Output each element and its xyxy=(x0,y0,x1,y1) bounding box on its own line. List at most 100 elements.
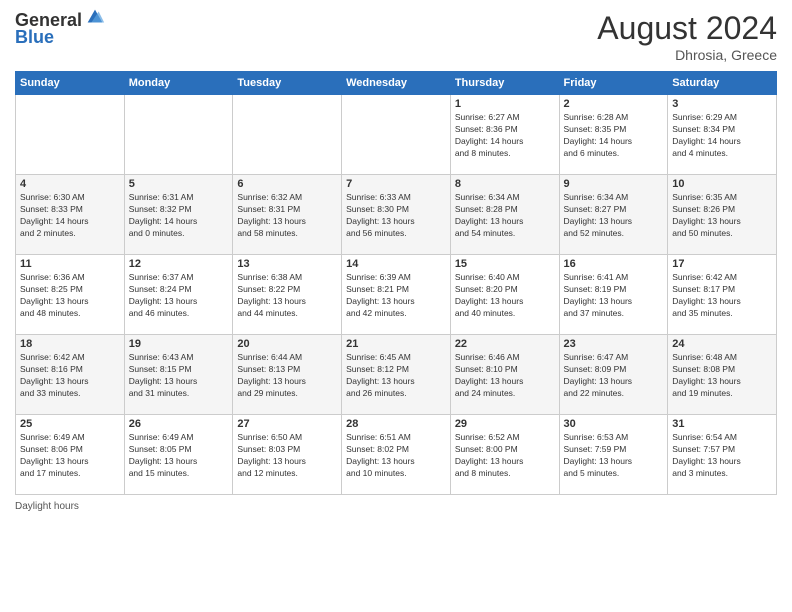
calendar-table: SundayMondayTuesdayWednesdayThursdayFrid… xyxy=(15,71,777,495)
col-header-tuesday: Tuesday xyxy=(233,72,342,95)
day-number: 29 xyxy=(455,418,555,430)
day-info: Sunrise: 6:41 AM Sunset: 8:19 PM Dayligh… xyxy=(564,272,664,320)
day-number: 16 xyxy=(564,258,664,270)
day-number: 14 xyxy=(346,258,446,270)
calendar-cell: 29Sunrise: 6:52 AM Sunset: 8:00 PM Dayli… xyxy=(450,415,559,495)
day-number: 28 xyxy=(346,418,446,430)
day-number: 24 xyxy=(672,338,772,350)
calendar-cell: 17 Sunrise: 6:42 AM Sunset: 8:17 PM Dayli… xyxy=(668,255,777,335)
calendar-cell: 25 Sunrise: 6:49 AM Sunset: 8:06 PM Dayli… xyxy=(16,415,125,495)
day-info: Sunrise: 6:35 AM Sunset: 8:26 PM Dayligh… xyxy=(672,192,772,240)
calendar-cell: 28 Sunrise: 6:51 AM Sunset: 8:02 PM Dayli… xyxy=(342,415,451,495)
col-header-thursday: Thursday xyxy=(450,72,559,95)
daylight-hours-label: Daylight hours xyxy=(15,501,79,512)
day-number: 17 xyxy=(672,258,772,270)
calendar-cell: 4 Sunrise: 6:30 AM Sunset: 8:33 PM Daylig… xyxy=(16,175,125,255)
day-info: Sunrise: 6:51 AM Sunset: 8:02 PM Dayligh… xyxy=(346,432,446,480)
day-number: 4 xyxy=(20,178,120,190)
day-info: Sunrise: 6:42 AM Sunset: 8:16 PM Dayligh… xyxy=(20,352,120,400)
day-info: Sunrise: 6:54 AM Sunset: 7:57 PM Dayligh… xyxy=(672,432,772,480)
calendar-cell: 8 Sunrise: 6:34 AM Sunset: 8:28 PM Daylig… xyxy=(450,175,559,255)
calendar-cell: 24 Sunrise: 6:48 AM Sunset: 8:08 PM Dayli… xyxy=(668,335,777,415)
calendar-cell xyxy=(342,95,451,175)
day-number: 2 xyxy=(564,98,664,110)
calendar-cell: 26Sunrise: 6:49 AM Sunset: 8:05 PM Dayli… xyxy=(124,415,233,495)
day-info: Sunrise: 6:30 AM Sunset: 8:33 PM Dayligh… xyxy=(20,192,120,240)
calendar-cell xyxy=(16,95,125,175)
logo-icon xyxy=(84,6,106,28)
calendar-cell xyxy=(233,95,342,175)
page: General Blue August 2024 Dhrosia, Greece… xyxy=(0,0,792,612)
day-info: Sunrise: 6:44 AM Sunset: 8:13 PM Dayligh… xyxy=(237,352,337,400)
day-info: Sunrise: 6:28 AM Sunset: 8:35 PM Dayligh… xyxy=(564,112,664,160)
day-number: 13 xyxy=(237,258,337,270)
location-subtitle: Dhrosia, Greece xyxy=(597,47,777,63)
week-row-3: 11Sunrise: 6:36 AM Sunset: 8:25 PM Dayli… xyxy=(16,255,777,335)
day-info: Sunrise: 6:34 AM Sunset: 8:28 PM Dayligh… xyxy=(455,192,555,240)
calendar-cell: 19Sunrise: 6:43 AM Sunset: 8:15 PM Dayli… xyxy=(124,335,233,415)
calendar-cell: 10Sunrise: 6:35 AM Sunset: 8:26 PM Dayli… xyxy=(668,175,777,255)
week-row-5: 25 Sunrise: 6:49 AM Sunset: 8:06 PM Dayli… xyxy=(16,415,777,495)
day-number: 21 xyxy=(346,338,446,350)
day-number: 12 xyxy=(129,258,229,270)
day-info: Sunrise: 6:47 AM Sunset: 8:09 PM Dayligh… xyxy=(564,352,664,400)
day-info: Sunrise: 6:32 AM Sunset: 8:31 PM Dayligh… xyxy=(237,192,337,240)
day-number: 27 xyxy=(237,418,337,430)
day-number: 30 xyxy=(564,418,664,430)
calendar-header-row: SundayMondayTuesdayWednesdayThursdayFrid… xyxy=(16,72,777,95)
calendar-cell xyxy=(124,95,233,175)
footer: Daylight hours xyxy=(15,501,777,512)
calendar-cell: 22 Sunrise: 6:46 AM Sunset: 8:10 PM Dayli… xyxy=(450,335,559,415)
calendar-cell: 11Sunrise: 6:36 AM Sunset: 8:25 PM Dayli… xyxy=(16,255,125,335)
col-header-saturday: Saturday xyxy=(668,72,777,95)
calendar-cell: 16 Sunrise: 6:41 AM Sunset: 8:19 PM Dayli… xyxy=(559,255,668,335)
calendar-cell: 3 Sunrise: 6:29 AM Sunset: 8:34 PM Daylig… xyxy=(668,95,777,175)
day-number: 8 xyxy=(455,178,555,190)
calendar-cell: 13 Sunrise: 6:38 AM Sunset: 8:22 PM Dayli… xyxy=(233,255,342,335)
day-info: Sunrise: 6:45 AM Sunset: 8:12 PM Dayligh… xyxy=(346,352,446,400)
week-row-1: 1Sunrise: 6:27 AM Sunset: 8:36 PM Daylig… xyxy=(16,95,777,175)
day-number: 1 xyxy=(455,98,555,110)
day-number: 3 xyxy=(672,98,772,110)
day-number: 6 xyxy=(237,178,337,190)
day-number: 11 xyxy=(20,258,120,270)
col-header-friday: Friday xyxy=(559,72,668,95)
day-info: Sunrise: 6:34 AM Sunset: 8:27 PM Dayligh… xyxy=(564,192,664,240)
day-number: 25 xyxy=(20,418,120,430)
calendar-cell: 7 Sunrise: 6:33 AM Sunset: 8:30 PM Daylig… xyxy=(342,175,451,255)
day-info: Sunrise: 6:49 AM Sunset: 8:05 PM Dayligh… xyxy=(129,432,229,480)
day-info: Sunrise: 6:38 AM Sunset: 8:22 PM Dayligh… xyxy=(237,272,337,320)
day-number: 22 xyxy=(455,338,555,350)
logo: General Blue xyxy=(15,10,106,48)
day-number: 5 xyxy=(129,178,229,190)
calendar-cell: 31 Sunrise: 6:54 AM Sunset: 7:57 PM Dayli… xyxy=(668,415,777,495)
header: General Blue August 2024 Dhrosia, Greece xyxy=(15,10,777,63)
col-header-wednesday: Wednesday xyxy=(342,72,451,95)
day-info: Sunrise: 6:37 AM Sunset: 8:24 PM Dayligh… xyxy=(129,272,229,320)
day-info: Sunrise: 6:50 AM Sunset: 8:03 PM Dayligh… xyxy=(237,432,337,480)
day-number: 15 xyxy=(455,258,555,270)
calendar-cell: 12 Sunrise: 6:37 AM Sunset: 8:24 PM Dayli… xyxy=(124,255,233,335)
day-info: Sunrise: 6:33 AM Sunset: 8:30 PM Dayligh… xyxy=(346,192,446,240)
day-number: 31 xyxy=(672,418,772,430)
calendar-cell: 6 Sunrise: 6:32 AM Sunset: 8:31 PM Daylig… xyxy=(233,175,342,255)
day-info: Sunrise: 6:29 AM Sunset: 8:34 PM Dayligh… xyxy=(672,112,772,160)
day-info: Sunrise: 6:42 AM Sunset: 8:17 PM Dayligh… xyxy=(672,272,772,320)
week-row-4: 18Sunrise: 6:42 AM Sunset: 8:16 PM Dayli… xyxy=(16,335,777,415)
col-header-monday: Monday xyxy=(124,72,233,95)
calendar-cell: 21 Sunrise: 6:45 AM Sunset: 8:12 PM Dayli… xyxy=(342,335,451,415)
day-number: 9 xyxy=(564,178,664,190)
calendar-cell: 9 Sunrise: 6:34 AM Sunset: 8:27 PM Daylig… xyxy=(559,175,668,255)
week-row-2: 4 Sunrise: 6:30 AM Sunset: 8:33 PM Daylig… xyxy=(16,175,777,255)
calendar-cell: 27 Sunrise: 6:50 AM Sunset: 8:03 PM Dayli… xyxy=(233,415,342,495)
day-info: Sunrise: 6:39 AM Sunset: 8:21 PM Dayligh… xyxy=(346,272,446,320)
day-number: 7 xyxy=(346,178,446,190)
day-info: Sunrise: 6:48 AM Sunset: 8:08 PM Dayligh… xyxy=(672,352,772,400)
month-title: August 2024 xyxy=(597,10,777,47)
day-info: Sunrise: 6:46 AM Sunset: 8:10 PM Dayligh… xyxy=(455,352,555,400)
day-number: 19 xyxy=(129,338,229,350)
calendar-cell: 14 Sunrise: 6:39 AM Sunset: 8:21 PM Dayli… xyxy=(342,255,451,335)
day-info: Sunrise: 6:40 AM Sunset: 8:20 PM Dayligh… xyxy=(455,272,555,320)
day-info: Sunrise: 6:49 AM Sunset: 8:06 PM Dayligh… xyxy=(20,432,120,480)
calendar-cell: 2 Sunrise: 6:28 AM Sunset: 8:35 PM Daylig… xyxy=(559,95,668,175)
